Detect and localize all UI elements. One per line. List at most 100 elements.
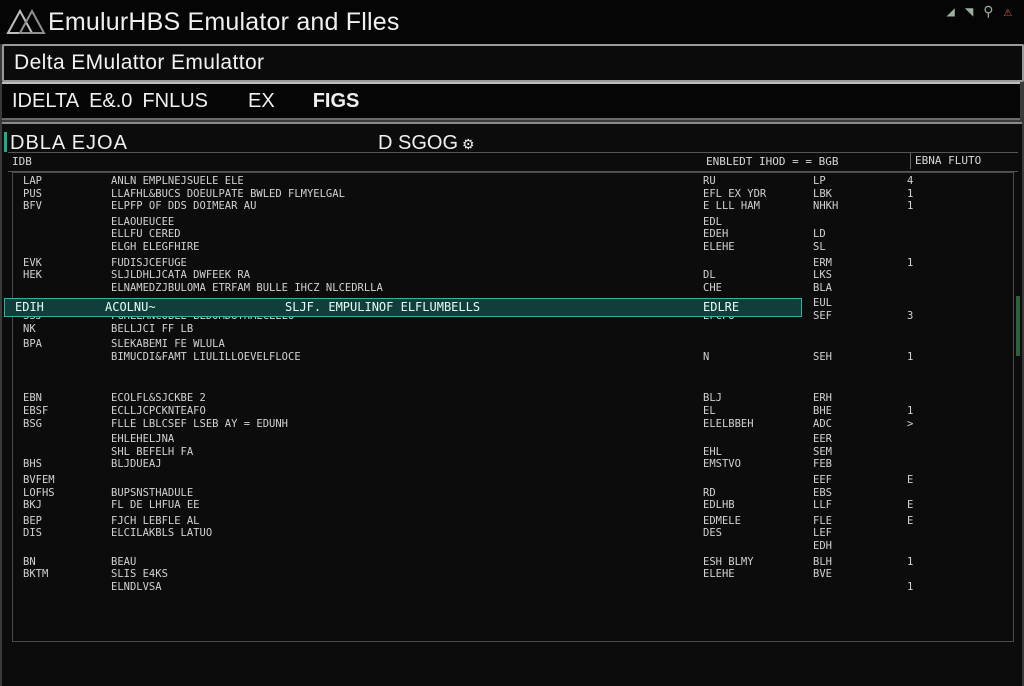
list-item-key: DIS	[23, 527, 42, 540]
list-item[interactable]	[13, 377, 1013, 389]
list-item-type: E LLL HAM	[703, 200, 760, 213]
list-item[interactable]: ELGH ELEGFHIRE ELEHE SL	[13, 241, 1013, 253]
menu-item-ex[interactable]: EX	[248, 90, 275, 113]
list-item-status: LEF	[813, 527, 832, 540]
list-item[interactable]: BN BEAU ESH BLMY BLH 1	[13, 556, 1013, 568]
list-item[interactable]: ELLFU CERED EDEH LD	[13, 228, 1013, 240]
list-item[interactable]: BPA SLEKABEMI FE WLULA	[13, 338, 1013, 350]
signal-icon[interactable]: ◢	[946, 4, 954, 20]
list-item-description: FJCH LEBFLE AL	[111, 514, 200, 527]
list-item-description: BLJDUEAJ	[111, 458, 162, 471]
list-item-count: E	[907, 474, 914, 486]
list-item-count: E	[907, 499, 914, 512]
list-item-description: FUDISJCEFUGE	[111, 256, 187, 269]
list-item-key: BHS	[23, 458, 42, 471]
list-item-description: ELAOUEUCEE	[111, 215, 175, 228]
list-item-status: EUL	[813, 297, 832, 310]
list-item-description: LLAFHL&BUCS DOEULPATE BWLED FLMYELGAL	[111, 187, 345, 200]
list-item[interactable]: ELNAMEDZJBULOMA ETRFAM BULLE IHCZ NLCEDR…	[13, 282, 1013, 294]
list-item[interactable]: EBSF ECLLJCPCKNTEAFO EL BHE 1	[13, 405, 1013, 417]
column-header-type[interactable]: ENBLEDT IHOD = = BGB	[706, 155, 838, 168]
list-item-type: EDEH	[703, 228, 729, 241]
list-item-type: DES	[703, 527, 722, 540]
list-item[interactable]: LAP ANLN EMPLNEJSUELE ELE RU LP 4	[13, 175, 1013, 187]
notification-icon[interactable]: ⚠	[1004, 4, 1012, 20]
scrollbar[interactable]	[1016, 296, 1020, 356]
list-item-description: ECOLFL&SJCKBE 2	[111, 392, 206, 405]
list-item[interactable]: EHLEHELJNA EER	[13, 433, 1013, 445]
list-item-type: EHL	[703, 445, 722, 458]
list-item-key: LAP	[23, 175, 42, 187]
list-item-status: SEM	[813, 445, 832, 458]
list-item-description: SLEKABEMI FE WLULA	[111, 338, 225, 351]
list-item[interactable]: SHL BEFELH FA EHL SEM	[13, 446, 1013, 458]
list-item-status: FLE	[813, 514, 832, 527]
list-item[interactable]: BKJ FL DE LHFUA EE EDLHB LLF E	[13, 499, 1013, 511]
menu-item-files[interactable]: FNLUS	[142, 90, 208, 113]
list-item-description: ELNAMEDZJBULOMA ETRFAM BULLE IHCZ NLCEDR…	[111, 281, 383, 294]
menu-bar: IDELTA E&.0 FNLUS EX FIGS	[2, 82, 1020, 120]
list-item[interactable]: EBN ECOLFL&SJCKBE 2 BLJ ERH	[13, 392, 1013, 404]
list-item-count: 3	[907, 310, 914, 322]
list-item-description: BUPSNSTHADULE	[111, 486, 194, 499]
list-item[interactable]: ELAOUEUCEE EDL	[13, 216, 1013, 228]
menu-item-delta[interactable]: IDELTA	[12, 90, 79, 113]
list-item-description: BEAU	[111, 555, 137, 568]
list-item-status: SEH	[813, 350, 832, 363]
list-item-status: BLA	[813, 281, 832, 294]
column-headers: IDB ENBLEDT IHOD = = BGB EBNA FLUTO	[8, 152, 1018, 172]
list-item[interactable]: LOFHS BUPSNSTHADULE RD EBS	[13, 487, 1013, 499]
list-item-type: DL	[703, 269, 716, 282]
list-item[interactable]: HEK SLJLDHLJCATA DWFEEK RA DL LKS	[13, 269, 1013, 281]
list-item-status: NHKH	[813, 200, 839, 213]
menu-item-figs[interactable]: FIGS	[313, 90, 360, 113]
list-item-count: E	[907, 514, 914, 527]
list-item[interactable]: NK BELLJCI FF LB	[13, 323, 1013, 335]
sub-title-bar: Delta EMulattor Emulattor	[2, 44, 1024, 82]
list-item-status: EER	[813, 433, 832, 446]
list-item-key: BN	[23, 555, 36, 568]
list-item-description: ANLN EMPLNEJSUELE ELE	[111, 175, 244, 187]
column-header-status[interactable]: EBNA FLUTO	[910, 153, 1021, 169]
list-item[interactable]: BSG FLLE LBLCSEF LSEB AY = EDUNH ELELBBEH A…	[13, 418, 1013, 430]
list-item-count: 4	[907, 175, 914, 187]
list-item-key: BKJ	[23, 499, 42, 512]
list-item-description: SLJLDHLJCATA DWFEEK RA	[111, 269, 251, 282]
column-header-id[interactable]: IDB	[12, 155, 32, 168]
list-item-type: EDMELE	[703, 514, 741, 527]
list-item-count: 1	[907, 187, 914, 200]
list-item-key: NK	[23, 322, 36, 335]
volume-icon[interactable]: ◥	[965, 4, 973, 20]
list-item-description: ELNDLVSA	[111, 580, 162, 593]
list-item-status: BHE	[813, 405, 832, 417]
list-item-count: 1	[907, 405, 914, 417]
list-item[interactable]: EVK FUDISJCEFUGE ERM 1	[13, 257, 1013, 269]
network-icon[interactable]: ⚲	[983, 4, 993, 20]
list-item-key: BEP	[23, 514, 42, 527]
list-item-status: SEF	[813, 310, 832, 322]
list-item-status: ERM	[813, 256, 832, 269]
menu-item-version[interactable]: E&.0	[89, 90, 132, 113]
list-item[interactable]: BIMUCDI&FAMT LIULILLOEVELFLOCE N SEH 1	[13, 351, 1013, 363]
list-item-key: BSG	[23, 417, 42, 430]
list-item[interactable]: BVFEM EEF E	[13, 474, 1013, 486]
list-item-status: BVE	[813, 568, 832, 581]
list-item-status: LD	[813, 228, 826, 241]
selected-row[interactable]: EDIH ACOLNU~ SLJF. EMPULINOF ELFLUMBELLS…	[4, 298, 802, 317]
list-item[interactable]: BFV ELPFP OF DDS DOIMEAR AU E LLL HAM NHKH 1	[13, 200, 1013, 212]
list-item[interactable]: PUS LLAFHL&BUCS DOEULPATE BWLED FLMYELGAL…	[13, 188, 1013, 200]
list-item[interactable]: BEP FJCH LEBFLE AL EDMELE FLE E	[13, 515, 1013, 527]
list-item[interactable]: EDH	[13, 540, 1013, 552]
list-item[interactable]: DIS ELCILAKBLS LATUO DES LEF	[13, 527, 1013, 539]
list-item[interactable]: BHS BLJDUEAJ EMSTVO FEB	[13, 458, 1013, 470]
window-title: EmulurHBS Emulator and Flles	[48, 7, 400, 36]
gear-icon[interactable]: ⚙	[462, 136, 475, 152]
list-item-key: BPA	[23, 338, 42, 351]
selected-row-desc: SLJF. EMPULINOF ELFLUMBELLS	[285, 300, 481, 314]
list-item-status: SL	[813, 241, 826, 253]
file-list-panel: DBLA EJOA D SGOG ⚙ IDB ENBLEDT IHOD = = B…	[2, 122, 1022, 686]
list-item[interactable]: ELNDLVSA 1	[13, 581, 1013, 593]
selected-row-type: EDLRE	[703, 300, 740, 314]
list-item[interactable]: BKTM SLIS E4KS ELEHE BVE	[13, 568, 1013, 580]
file-list[interactable]: LAP ANLN EMPLNEJSUELE ELE RU LP 4 PUS LLAFHL&B…	[12, 172, 1014, 642]
